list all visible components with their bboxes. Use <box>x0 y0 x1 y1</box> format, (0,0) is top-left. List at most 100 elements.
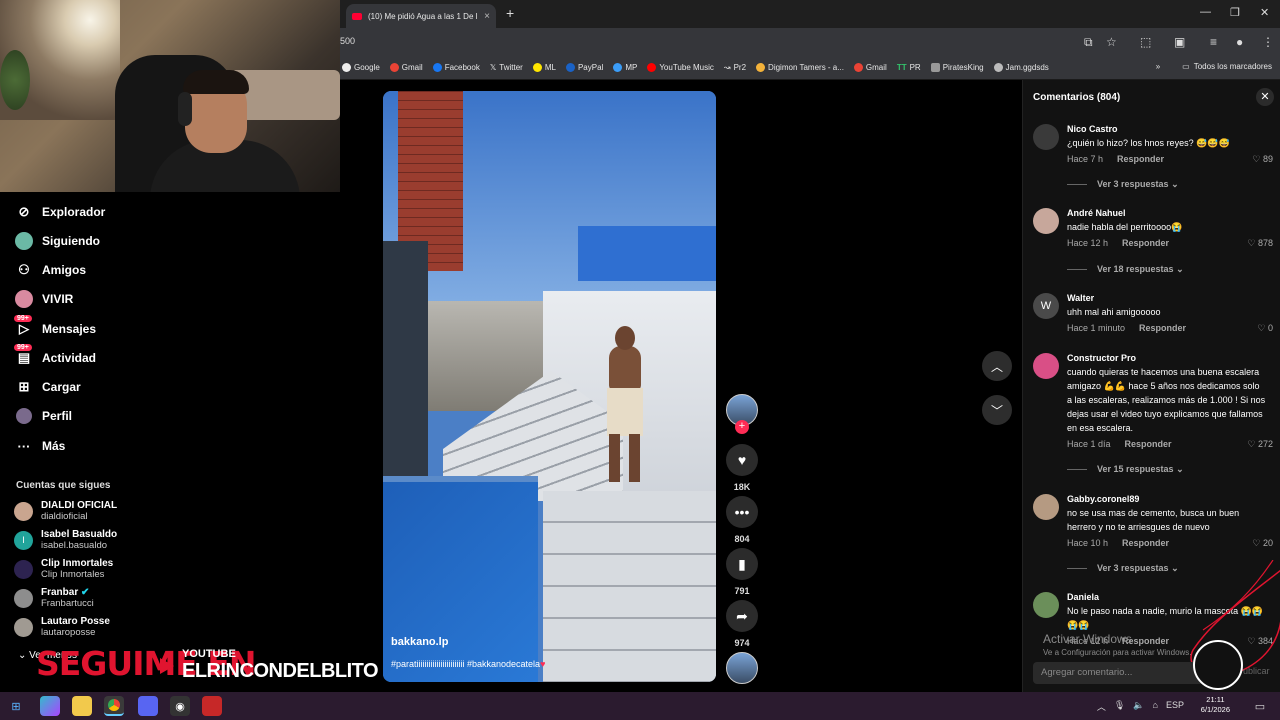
reply-button[interactable]: Responder <box>1117 154 1164 164</box>
reply-button[interactable]: Responder <box>1125 439 1172 449</box>
install-icon[interactable]: ⧉ <box>1084 35 1093 50</box>
followed-account[interactable]: DIALDI OFICIAL dialdioficial <box>14 500 117 522</box>
lang-indicator[interactable]: ESP <box>1166 700 1184 713</box>
comment-like[interactable]: ♡ 0 <box>1257 323 1273 334</box>
windows-start-icon[interactable]: ⊞ <box>6 696 26 716</box>
close-icon[interactable]: ✕ <box>1256 88 1274 106</box>
browser-tab[interactable]: (10) Me pidió Agua a las 1 De l × <box>346 4 496 28</box>
view-replies[interactable]: Ver 3 respuestas ⌄ <box>1067 179 1179 190</box>
notifications-icon[interactable]: ▭ <box>1250 696 1270 716</box>
more-bookmarks-icon[interactable]: » <box>1156 62 1160 71</box>
reply-button[interactable]: Responder <box>1122 238 1169 248</box>
music-disc-button[interactable] <box>726 652 758 684</box>
menu-icon[interactable]: ⋮ <box>1262 35 1274 49</box>
bookmark-item[interactable]: PiratesKing <box>930 63 984 72</box>
bookmark-item[interactable]: Digimon Tamers - a... <box>756 63 844 72</box>
bookmark-item[interactable]: Facebook <box>432 63 480 72</box>
creator-avatar-button[interactable]: + <box>726 394 758 434</box>
sidebar-item-vivir[interactable]: VIVIR <box>14 289 73 309</box>
avatar[interactable] <box>1033 353 1059 379</box>
messages-badge: 99+ <box>14 315 32 322</box>
view-replies[interactable]: Ver 18 respuestas ⌄ <box>1067 264 1184 275</box>
profile-icon[interactable]: ● <box>1236 35 1243 49</box>
view-replies[interactable]: Ver 3 respuestas ⌄ <box>1067 563 1179 574</box>
app-icon[interactable] <box>202 696 222 716</box>
sidebar-item-amigos[interactable]: ⚇ Amigos <box>14 260 86 280</box>
obs-icon[interactable]: ◉ <box>170 696 190 716</box>
avatar[interactable] <box>1033 592 1059 618</box>
followed-account[interactable]: Clip Inmortales Clip Inmortales <box>14 558 113 580</box>
bookmark-item[interactable]: TT PR <box>897 63 921 72</box>
maximize-icon[interactable]: ❐ <box>1230 6 1240 19</box>
avatar[interactable] <box>1033 124 1059 150</box>
minimize-icon[interactable]: — <box>1200 6 1211 18</box>
comment-like[interactable]: ♡ 20 <box>1252 538 1273 549</box>
avatar[interactable]: W <box>1033 293 1059 319</box>
view-replies[interactable]: Ver 15 respuestas ⌄ <box>1067 464 1184 475</box>
copilot-icon[interactable] <box>40 696 60 716</box>
sidebar-item-mensajes[interactable]: ▷ 99+ Mensajes <box>14 315 96 339</box>
url-field[interactable]: 500 <box>340 36 355 46</box>
bookmark-item[interactable]: PayPal <box>565 63 603 72</box>
microphone-icon[interactable]: 🎙 <box>1114 700 1125 713</box>
bookmark-item[interactable]: YouTube Music <box>647 63 714 72</box>
followed-account[interactable]: Lautaro Posse lautaroposse <box>14 616 110 638</box>
bookmark-item[interactable]: ↝ Pr2 <box>724 63 746 72</box>
sidebar-item-mas[interactable]: ··· Más <box>14 436 66 456</box>
close-tab-icon[interactable]: × <box>484 11 490 22</box>
next-video-button[interactable]: ﹀ <box>982 395 1012 425</box>
sidebar-item-siguiendo[interactable]: Siguiendo <box>14 231 100 251</box>
comment-input[interactable]: Agregar comentario... <box>1033 662 1205 684</box>
sidebar-item-explorador[interactable]: ⊘ Explorador <box>14 202 106 222</box>
discord-icon[interactable] <box>138 696 158 716</box>
avatar[interactable] <box>1033 494 1059 520</box>
network-icon[interactable]: ⌂ <box>1153 700 1158 713</box>
followed-account[interactable]: I Isabel Basualdo isabel.basualdo <box>14 529 117 551</box>
extension-icon[interactable]: ▣ <box>1174 35 1185 49</box>
bookmark-item[interactable]: ML <box>532 63 556 72</box>
bookmark-star-icon[interactable]: ☆ <box>1106 35 1117 49</box>
comment-like[interactable]: ♡ 272 <box>1247 439 1273 450</box>
save-button[interactable]: ▮ 791 <box>726 548 758 596</box>
previous-video-button[interactable]: ︿ <box>982 351 1012 381</box>
bookmark-item[interactable]: Google <box>342 63 380 72</box>
new-tab-icon[interactable]: + <box>506 5 514 21</box>
bookmark-item[interactable]: Gmail <box>389 63 423 72</box>
following-title: Cuentas que sigues <box>16 480 111 491</box>
playlist-icon[interactable]: ≡ <box>1210 35 1217 49</box>
music-disc-icon <box>726 652 758 684</box>
share-button[interactable]: ➦ 974 <box>726 600 758 648</box>
followed-account[interactable]: Franbar ✔ Franbartucci <box>14 587 94 609</box>
sidebar-item-actividad[interactable]: ▤ 99+ Actividad <box>14 344 96 368</box>
follow-plus-icon[interactable]: + <box>735 420 749 434</box>
chevron-up-icon[interactable]: ︿ <box>1097 700 1106 713</box>
sidebar-item-perfil[interactable]: Perfil <box>14 406 72 426</box>
clock[interactable]: 21:11 6/1/2026 <box>1201 695 1230 715</box>
reply-button[interactable]: Responder <box>1122 538 1169 548</box>
like-button[interactable]: ♥ 18K <box>726 444 758 492</box>
avatar[interactable] <box>1033 208 1059 234</box>
bookmark-item[interactable]: Gmail <box>853 63 887 72</box>
all-bookmarks[interactable]: Todos los marcadores <box>1194 62 1272 71</box>
file-explorer-icon[interactable] <box>72 696 92 716</box>
video-username[interactable]: bakkano.lp <box>391 636 448 648</box>
comment-like[interactable]: ♡ 89 <box>1252 154 1273 165</box>
address-bar: 500 ⧉ ☆ ⬚ ▣ ≡ ● ⋮ <box>340 28 1280 56</box>
comment-like[interactable]: ♡ 878 <box>1247 238 1273 249</box>
bookmark-item[interactable]: 𝕏 Twitter <box>490 63 523 72</box>
bookmark-item[interactable]: Jam.ggdsds <box>993 63 1049 72</box>
sidebar-item-cargar[interactable]: ⊞ Cargar <box>14 377 81 397</box>
reply-button[interactable]: Responder <box>1139 323 1186 333</box>
comment-button[interactable]: ••• 804 <box>726 496 758 544</box>
chrome-icon[interactable] <box>104 696 124 716</box>
tray-icons: ︿ 🎙 🔈 ⌂ ESP <box>1097 700 1184 713</box>
activity-icon: ▤ 99+ <box>14 344 34 368</box>
comments-header: Comentarios (804) <box>1033 92 1121 103</box>
video-player[interactable]: bakkano.lp #paratiiiiiiiiiiiiiiiiiiiiiii… <box>383 91 716 682</box>
speaker-icon[interactable]: 🔈 <box>1133 700 1144 713</box>
bookmark-item[interactable]: MP <box>613 63 637 72</box>
extensions-icon[interactable]: ⬚ <box>1140 35 1151 49</box>
twitter-icon: 𝕏 <box>489 63 497 72</box>
activity-badge: 99+ <box>14 344 32 351</box>
window-close-icon[interactable]: ✕ <box>1260 6 1269 19</box>
